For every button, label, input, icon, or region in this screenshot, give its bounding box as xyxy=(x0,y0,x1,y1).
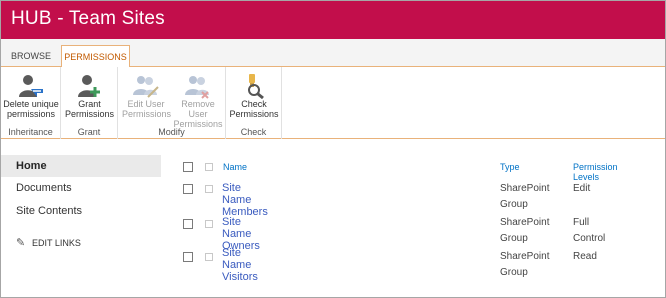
edit-user-label-2: Permissions xyxy=(122,109,172,119)
tab-permissions[interactable]: PERMISSIONS xyxy=(61,45,130,68)
header-item-checkbox[interactable] xyxy=(205,163,213,171)
check-permissions-icon xyxy=(248,74,264,99)
row-type-line2: Group xyxy=(500,199,528,210)
ribbon: Delete unique permissions Inheritance Gr… xyxy=(1,67,665,139)
group-inheritance: Delete unique permissions Inheritance xyxy=(1,67,61,139)
row-permission-level: Read xyxy=(573,251,597,262)
remove-user-permissions-button[interactable]: Remove User Permissions xyxy=(171,69,225,129)
row-type-line1: SharePoint xyxy=(500,251,550,262)
row-type-line1: SharePoint xyxy=(500,217,550,228)
title-bar: HUB - Team Sites xyxy=(1,1,665,39)
row-type: SharePoint Group xyxy=(500,181,549,213)
edit-user-permissions-icon xyxy=(133,76,159,98)
edit-links-link[interactable]: ✎ EDIT LINKS xyxy=(16,236,81,249)
row-permission-level: Full Control xyxy=(573,217,606,244)
group-check: Check Permissions Check xyxy=(226,67,282,139)
grant-label-1: Grant xyxy=(78,99,101,109)
group-label-check: Check xyxy=(240,127,267,137)
column-header-name[interactable]: Name xyxy=(223,162,247,172)
row-permission-level: Edit xyxy=(573,183,591,194)
group-link-members[interactable]: Site Name Members xyxy=(222,182,268,218)
site-title[interactable]: HUB - Team Sites xyxy=(11,8,165,30)
row-type-line2: Group xyxy=(500,233,528,244)
nav-item-site-contents[interactable]: Site Contents xyxy=(1,200,82,222)
row-item-checkbox[interactable] xyxy=(205,185,213,193)
group-link-visitors[interactable]: Site Name Visitors xyxy=(222,247,258,283)
delete-unique-permissions-button[interactable]: Delete unique permissions xyxy=(2,69,60,123)
remove-user-label-1: Remove User xyxy=(181,99,215,119)
group-label-modify: Modify xyxy=(158,127,185,137)
grant-label-2: Permissions xyxy=(64,109,114,119)
check-permissions-button[interactable]: Check Permissions xyxy=(229,69,279,123)
pencil-icon: ✎ xyxy=(16,237,26,249)
group-modify: Edit User Permissions Remove User Permis… xyxy=(118,67,226,139)
edit-user-label-1: Edit User xyxy=(127,99,165,109)
select-all-checkbox[interactable] xyxy=(183,162,193,172)
grant-permissions-icon xyxy=(77,75,100,97)
remove-user-permissions-icon xyxy=(185,76,209,99)
row-item-checkbox[interactable] xyxy=(205,253,213,261)
ribbon-tabs: BROWSE PERMISSIONS xyxy=(1,39,665,68)
column-header-permission-levels[interactable]: Permission Levels xyxy=(573,162,618,182)
row-type: SharePoint Group xyxy=(500,249,549,281)
grant-permissions-button[interactable]: Grant Permissions xyxy=(63,69,116,123)
row-checkbox[interactable] xyxy=(183,219,193,229)
row-checkbox[interactable] xyxy=(183,184,193,194)
edit-user-permissions-button[interactable]: Edit User Permissions xyxy=(122,69,172,123)
nav-item-documents[interactable]: Documents xyxy=(1,177,72,199)
group-label-inheritance: Inheritance xyxy=(8,127,53,137)
delete-unique-label-1: Delete unique xyxy=(3,99,59,109)
row-type-line1: SharePoint xyxy=(500,183,550,194)
row-checkbox[interactable] xyxy=(183,252,193,262)
column-header-type[interactable]: Type xyxy=(500,162,520,172)
nav-item-home[interactable]: Home xyxy=(1,155,161,177)
check-label-1: Check xyxy=(241,99,267,109)
row-type: SharePoint Group xyxy=(500,215,549,247)
row-item-checkbox[interactable] xyxy=(205,220,213,228)
edit-links-label: EDIT LINKS xyxy=(32,238,81,248)
row-type-line2: Group xyxy=(500,267,528,278)
delete-unique-label-2: permissions xyxy=(6,109,55,119)
group-grant: Grant Permissions Grant xyxy=(61,67,118,139)
group-label-grant: Grant xyxy=(77,127,101,137)
check-label-2: Permissions xyxy=(229,109,279,119)
delete-permissions-icon xyxy=(19,75,43,97)
tab-browse[interactable]: BROWSE xyxy=(1,45,61,67)
